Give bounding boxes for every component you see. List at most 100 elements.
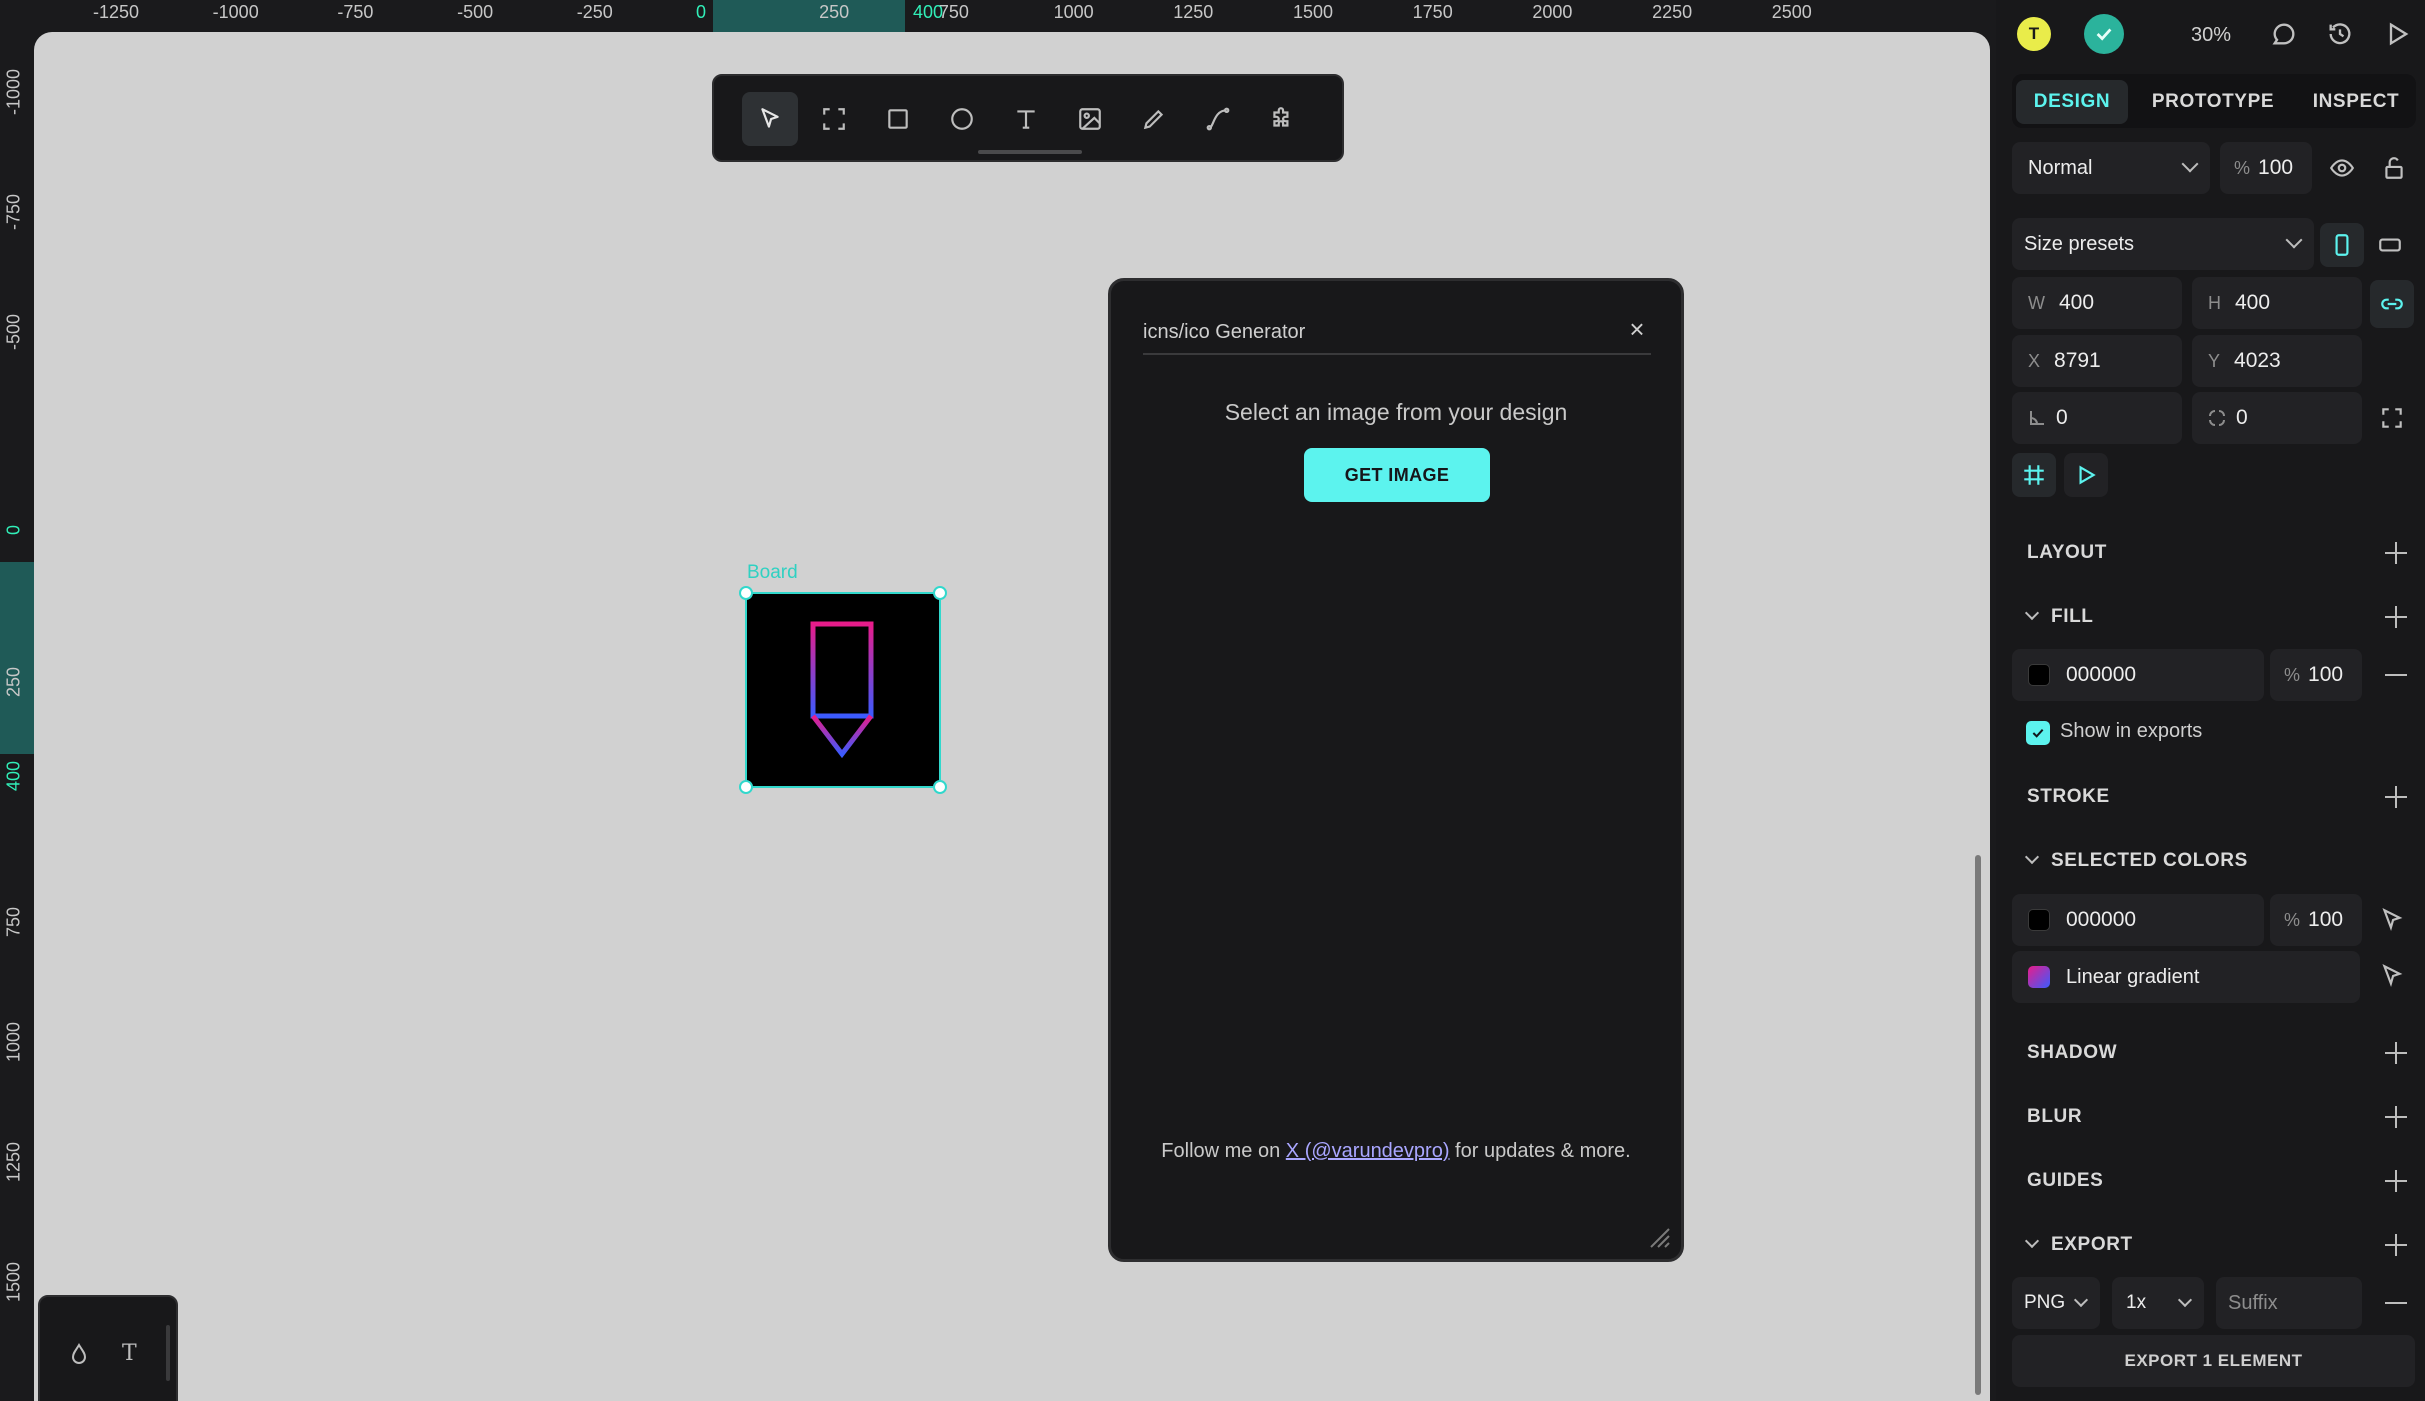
- fill-swatch[interactable]: [2028, 664, 2050, 686]
- width-input[interactable]: W 400: [2012, 277, 2182, 329]
- tab-design[interactable]: DESIGN: [2016, 80, 2128, 124]
- add-blur-plus-icon[interactable]: [2385, 1106, 2407, 1128]
- left-ruler-label: 1250: [3, 1141, 24, 1183]
- y-position-input[interactable]: Y 4023: [2192, 335, 2362, 387]
- remove-fill-minus-icon[interactable]: [2385, 674, 2407, 676]
- history-icon[interactable]: [2326, 20, 2354, 53]
- fill-opacity-input[interactable]: % 100: [2270, 649, 2362, 701]
- plugin-title[interactable]: icns/ico Generator: [1143, 321, 1305, 344]
- board-tool-button[interactable]: [806, 92, 862, 146]
- selected-color-1-hex: 000000: [2066, 908, 2137, 931]
- board-label[interactable]: Board: [747, 562, 798, 584]
- get-image-button[interactable]: GET IMAGE: [1304, 448, 1490, 502]
- layer-opacity-input[interactable]: % 100: [2220, 142, 2312, 194]
- layout-section-title[interactable]: LAYOUT: [2027, 542, 2107, 564]
- selected-color-1-opacity-input[interactable]: % 100: [2270, 894, 2362, 946]
- tab-inspect[interactable]: INSPECT: [2296, 80, 2416, 124]
- window-resize-icon[interactable]: [1645, 1223, 1671, 1249]
- add-export-plus-icon[interactable]: [2385, 1234, 2407, 1256]
- ellipse-tool-button[interactable]: [934, 92, 990, 146]
- board-frame[interactable]: [739, 586, 947, 794]
- resize-handle-bottom-left[interactable]: [739, 780, 753, 794]
- export-elements-button[interactable]: EXPORT 1 ELEMENT: [2012, 1335, 2415, 1387]
- toolbar-drag-handle[interactable]: [978, 150, 1082, 154]
- visibility-eye-icon[interactable]: [2320, 146, 2364, 190]
- tools-toolbar: [712, 74, 1344, 162]
- select-shapes-cursor-icon[interactable]: [2370, 954, 2414, 998]
- height-value: 400: [2235, 291, 2271, 314]
- resize-handle-top-right[interactable]: [933, 586, 947, 600]
- resize-handle-top-left[interactable]: [739, 586, 753, 600]
- top-ruler-label: -1250: [92, 2, 140, 22]
- guides-section-title[interactable]: GUIDES: [2027, 1170, 2103, 1192]
- add-stroke-plus-icon[interactable]: [2385, 786, 2407, 808]
- shadow-section-title[interactable]: SHADOW: [2027, 1042, 2117, 1064]
- x-position-input[interactable]: X 8791: [2012, 335, 2182, 387]
- left-ruler-label: 400: [3, 760, 24, 792]
- remove-export-minus-icon[interactable]: [2385, 1302, 2407, 1304]
- add-layout-plus-icon[interactable]: [2385, 542, 2407, 564]
- select-shapes-cursor-icon[interactable]: [2370, 898, 2414, 942]
- selected-color-1-input[interactable]: 000000: [2012, 894, 2264, 946]
- add-guide-plus-icon[interactable]: [2385, 1170, 2407, 1192]
- independent-corners-icon[interactable]: [2370, 396, 2414, 440]
- rectangle-tool-button[interactable]: [870, 92, 926, 146]
- left-ruler-label: 250: [3, 666, 24, 698]
- left-ruler-label: -1000: [3, 68, 24, 116]
- path-tool-button[interactable]: [1190, 92, 1246, 146]
- gradient-swatch[interactable]: [2028, 966, 2050, 988]
- twitter-link[interactable]: X (@varundevpro): [1286, 1140, 1450, 1162]
- close-icon[interactable]: ×: [1625, 316, 1649, 342]
- top-ruler-label: 2500: [1771, 2, 1812, 22]
- portrait-orientation-icon[interactable]: [2320, 223, 2364, 267]
- lock-icon[interactable]: [2372, 146, 2416, 190]
- radius-input[interactable]: 0: [2192, 392, 2362, 444]
- size-presets-label: Size presets: [2024, 232, 2135, 255]
- landscape-orientation-icon[interactable]: [2368, 223, 2412, 267]
- comments-icon[interactable]: [2270, 20, 2298, 53]
- stroke-section-title[interactable]: STROKE: [2027, 786, 2110, 808]
- height-input[interactable]: H 400: [2192, 277, 2362, 329]
- play-icon[interactable]: [2384, 20, 2412, 53]
- show-in-view-mode-play-icon[interactable]: [2064, 453, 2108, 497]
- show-in-exports-checkbox[interactable]: [2026, 721, 2050, 745]
- fill-section-title[interactable]: FILL: [2024, 605, 2094, 628]
- export-scale-select[interactable]: 1x: [2112, 1277, 2204, 1329]
- move-tool-button[interactable]: [742, 92, 798, 146]
- radius-corner-icon: [2209, 410, 2225, 426]
- drop-icon[interactable]: [70, 1343, 88, 1365]
- image-tool-button[interactable]: [1062, 92, 1118, 146]
- selected-colors-section-title[interactable]: SELECTED COLORS: [2024, 849, 2248, 872]
- fill-color-input[interactable]: 000000: [2012, 649, 2264, 701]
- rotation-input[interactable]: 0: [2012, 392, 2182, 444]
- selected-color-1-swatch[interactable]: [2028, 909, 2050, 931]
- clip-content-icon[interactable]: [2012, 453, 2056, 497]
- add-shadow-plus-icon[interactable]: [2385, 1042, 2407, 1064]
- selected-colors-label: SELECTED COLORS: [2051, 850, 2248, 871]
- add-fill-plus-icon[interactable]: [2385, 606, 2407, 628]
- design-canvas[interactable]: Board icns/ico Generator × Select an ima…: [34, 32, 1990, 1401]
- resize-handle-bottom-right[interactable]: [933, 780, 947, 794]
- zoom-level[interactable]: 30%: [2191, 24, 2231, 47]
- palette-scrollbar[interactable]: [166, 1325, 170, 1381]
- proportion-lock-link-icon[interactable]: [2370, 280, 2414, 328]
- export-section-title[interactable]: EXPORT: [2024, 1233, 2133, 1256]
- save-status-check-icon[interactable]: [2084, 14, 2124, 54]
- selected-color-2-input[interactable]: Linear gradient: [2012, 951, 2360, 1003]
- export-format-value: PNG: [2024, 1292, 2066, 1313]
- footer-suffix: for updates & more.: [1449, 1140, 1631, 1162]
- size-presets-select[interactable]: Size presets: [2012, 218, 2314, 270]
- text-tool-button[interactable]: [998, 92, 1054, 146]
- pencil-tool-button[interactable]: [1126, 92, 1182, 146]
- blend-mode-select[interactable]: Normal: [2012, 142, 2210, 194]
- panel-tabs: DESIGN PROTOTYPE INSPECT: [2012, 74, 2416, 128]
- plugins-tool-button[interactable]: [1254, 92, 1310, 146]
- canvas-vertical-scrollbar[interactable]: [1975, 855, 1981, 1395]
- export-format-select[interactable]: PNG: [2012, 1277, 2100, 1329]
- tab-prototype[interactable]: PROTOTYPE: [2138, 80, 2288, 124]
- user-avatar[interactable]: T: [2017, 17, 2051, 51]
- text-icon[interactable]: T: [122, 1341, 137, 1366]
- rotation-angle-icon: [2030, 411, 2044, 425]
- blur-section-title[interactable]: BLUR: [2027, 1106, 2082, 1128]
- export-suffix-input[interactable]: Suffix: [2216, 1277, 2362, 1329]
